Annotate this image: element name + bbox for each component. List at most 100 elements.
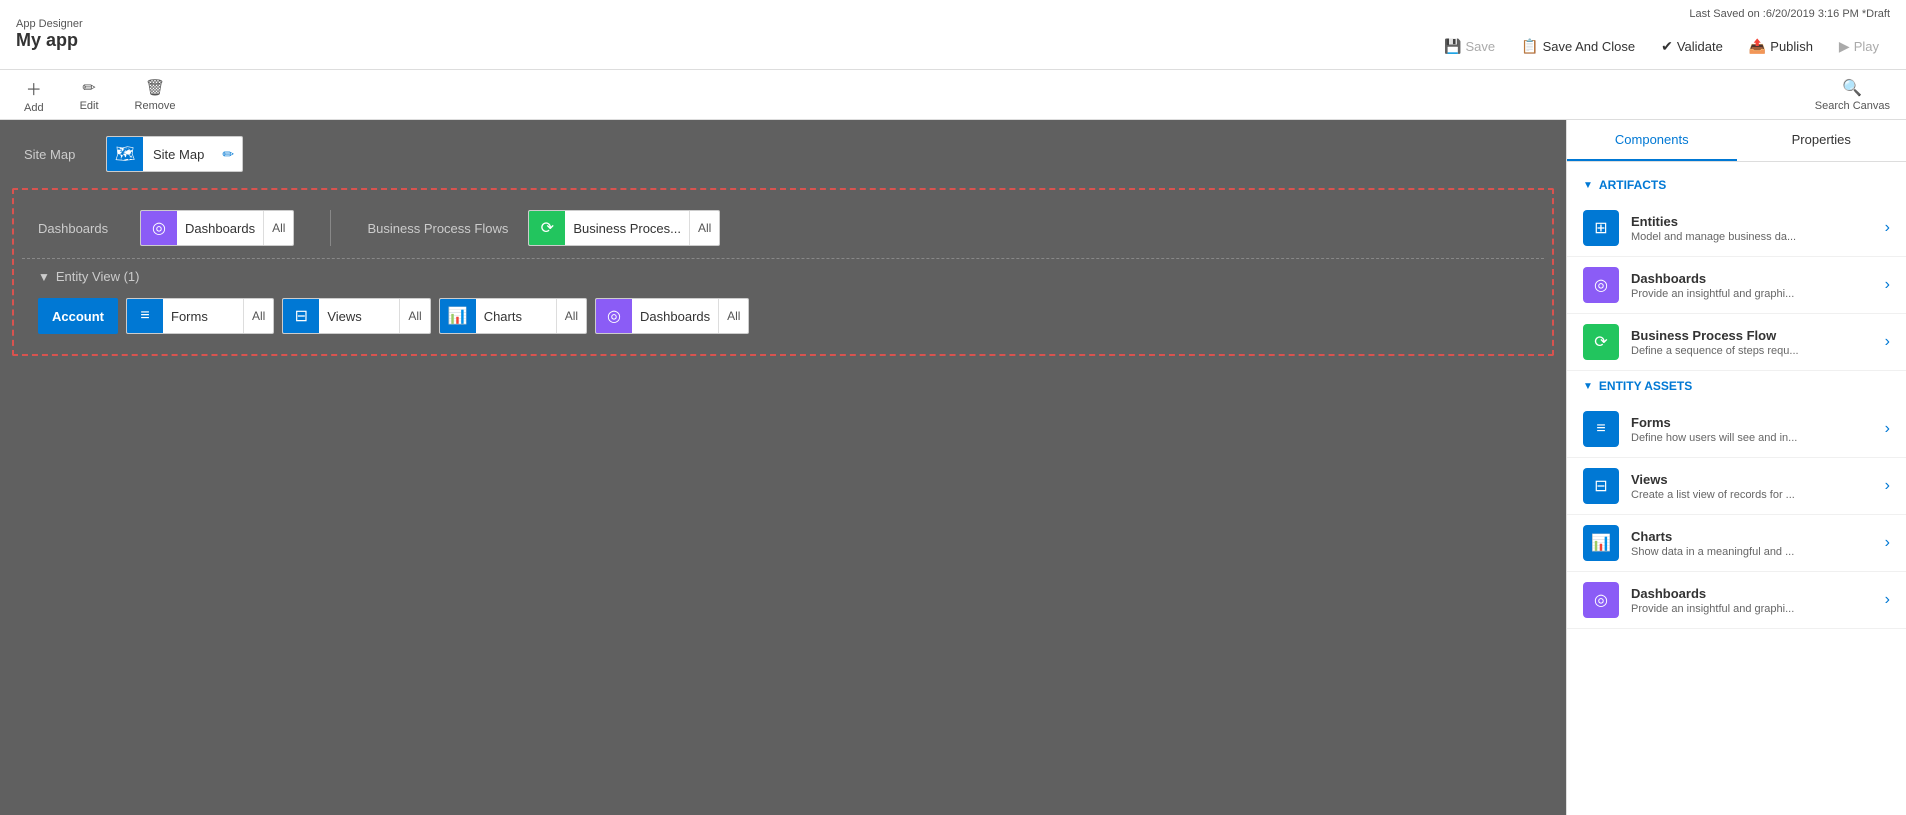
dashboards-all[interactable]: All: [263, 211, 293, 245]
forms-item-desc: Define how users will see and in...: [1631, 432, 1873, 444]
entity-dashboards-all[interactable]: All: [718, 299, 748, 333]
views-icon: ⊟: [283, 298, 319, 334]
entities-item[interactable]: ⊞ Entities Model and manage business da.…: [1567, 200, 1906, 257]
forms-item-text: Forms Define how users will see and in..…: [1631, 415, 1873, 444]
charts-arrow-icon: ›: [1885, 534, 1890, 552]
publish-button[interactable]: 📤 Publish: [1738, 32, 1824, 61]
entity-view-header: ▼ Entity View (1): [22, 259, 1544, 290]
panel-tabs: Components Properties: [1567, 120, 1906, 162]
right-panel: Components Properties ▼ ARTIFACTS ⊞ Enti…: [1566, 120, 1906, 815]
forms-icon: ≡: [127, 298, 163, 334]
app-name: My app: [16, 30, 83, 51]
app-info: App Designer My app: [16, 0, 83, 69]
entity-dashboards-item-icon: ◎: [1583, 582, 1619, 618]
bpf-component[interactable]: ⟳ Business Proces... All: [528, 210, 720, 246]
artifacts-section-header: ▼ ARTIFACTS: [1567, 170, 1906, 200]
views-text: Views: [319, 309, 399, 324]
dashboards-item-icon: ◎: [1583, 267, 1619, 303]
site-map-edit-icon[interactable]: ✏: [214, 146, 242, 163]
panel-content: ▼ ARTIFACTS ⊞ Entities Model and manage …: [1567, 162, 1906, 815]
entities-item-title: Entities: [1631, 214, 1873, 229]
bpf-item-icon: ⟳: [1583, 324, 1619, 360]
entity-assets-row: Account ≡ Forms All ⊟ Views All 📊 Charts…: [22, 290, 1544, 346]
app-designer-label: App Designer: [16, 18, 83, 30]
charts-text: Charts: [476, 309, 556, 324]
search-icon: 🔍: [1842, 78, 1862, 98]
save-icon: 💾: [1444, 38, 1461, 55]
dashboards-item-text: Dashboards Provide an insightful and gra…: [1631, 271, 1873, 300]
entity-dashboards-icon: ◎: [596, 298, 632, 334]
views-item-desc: Create a list view of records for ...: [1631, 489, 1873, 501]
forms-component[interactable]: ≡ Forms All: [126, 298, 274, 334]
forms-all[interactable]: All: [243, 299, 273, 333]
bpf-item-desc: Define a sequence of steps requ...: [1631, 345, 1873, 357]
dashboards-arrow-icon: ›: [1885, 276, 1890, 294]
dashboards-item[interactable]: ◎ Dashboards Provide an insightful and g…: [1567, 257, 1906, 314]
entities-item-icon: ⊞: [1583, 210, 1619, 246]
search-canvas-tool[interactable]: 🔍 Search Canvas: [1815, 78, 1890, 112]
top-bar: App Designer My app Last Saved on :6/20/…: [0, 0, 1906, 70]
add-icon: ＋: [26, 76, 42, 100]
top-bar-right: Last Saved on :6/20/2019 3:16 PM *Draft …: [1417, 0, 1906, 69]
main-layout: Site Map 🗺 Site Map ✏ Dashboards ◎ Dashb…: [0, 120, 1906, 815]
entity-assets-section-header: ▼ ENTITY ASSETS: [1567, 371, 1906, 401]
site-map-box[interactable]: 🗺 Site Map ✏: [106, 136, 243, 172]
views-item-icon: ⊟: [1583, 468, 1619, 504]
views-all[interactable]: All: [399, 299, 429, 333]
save-button[interactable]: 💾 Save: [1433, 32, 1506, 61]
row-divider: [330, 210, 331, 246]
dashboards-icon: ◎: [141, 210, 177, 246]
validate-button[interactable]: ✔ Validate: [1650, 32, 1734, 61]
charts-all[interactable]: All: [556, 299, 586, 333]
edit-tool[interactable]: ✏ Edit: [72, 74, 107, 116]
forms-item-icon: ≡: [1583, 411, 1619, 447]
tab-components[interactable]: Components: [1567, 120, 1737, 161]
dashboards-component[interactable]: ◎ Dashboards All: [140, 210, 294, 246]
entity-chevron-icon[interactable]: ▼: [38, 270, 50, 284]
canvas-area[interactable]: Site Map 🗺 Site Map ✏ Dashboards ◎ Dashb…: [0, 120, 1566, 815]
bpf-component-text: Business Proces...: [565, 221, 689, 236]
charts-item-desc: Show data in a meaningful and ...: [1631, 546, 1873, 558]
remove-tool[interactable]: 🗑 Remove: [127, 74, 184, 116]
validate-icon: ✔: [1661, 38, 1673, 55]
site-map-text: Site Map: [143, 147, 214, 162]
bpf-arrow-icon: ›: [1885, 333, 1890, 351]
forms-text: Forms: [163, 309, 243, 324]
tab-properties[interactable]: Properties: [1737, 120, 1906, 161]
entity-view-label: Entity View (1): [56, 269, 140, 284]
account-button[interactable]: Account: [38, 298, 118, 334]
bpf-label: Business Process Flows: [367, 221, 508, 236]
bpf-item[interactable]: ⟳ Business Process Flow Define a sequenc…: [1567, 314, 1906, 371]
add-tool[interactable]: ＋ Add: [16, 72, 52, 118]
save-close-icon: 📋: [1521, 38, 1538, 55]
dashboards-row: Dashboards ◎ Dashboards All Business Pro…: [22, 198, 1544, 259]
entity-dashboards-item-text: Dashboards Provide an insightful and gra…: [1631, 586, 1873, 615]
bpf-icon: ⟳: [529, 210, 565, 246]
artifacts-chevron-icon[interactable]: ▼: [1583, 180, 1593, 191]
entities-item-desc: Model and manage business da...: [1631, 231, 1873, 243]
site-map-label: Site Map: [24, 147, 94, 162]
entity-dashboards-arrow-icon: ›: [1885, 591, 1890, 609]
publish-icon: 📤: [1749, 38, 1766, 55]
site-map-row: Site Map 🗺 Site Map ✏: [0, 120, 1566, 188]
charts-item[interactable]: 📊 Charts Show data in a meaningful and .…: [1567, 515, 1906, 572]
entity-assets-chevron-icon[interactable]: ▼: [1583, 381, 1593, 392]
charts-item-icon: 📊: [1583, 525, 1619, 561]
entity-dashboards-component[interactable]: ◎ Dashboards All: [595, 298, 749, 334]
entity-dashboards-item[interactable]: ◎ Dashboards Provide an insightful and g…: [1567, 572, 1906, 629]
site-map-icon: 🗺: [107, 136, 143, 172]
save-close-button[interactable]: 📋 Save And Close: [1510, 32, 1646, 61]
dashboards-item-title: Dashboards: [1631, 271, 1873, 286]
charts-item-title: Charts: [1631, 529, 1873, 544]
charts-component[interactable]: 📊 Charts All: [439, 298, 587, 334]
play-icon: ▶: [1839, 38, 1850, 55]
remove-icon: 🗑: [145, 78, 165, 98]
selection-box: Dashboards ◎ Dashboards All Business Pro…: [12, 188, 1554, 356]
play-button[interactable]: ▶ Play: [1828, 32, 1890, 61]
last-saved: Last Saved on :6/20/2019 3:16 PM *Draft: [1689, 8, 1890, 20]
views-item[interactable]: ⊟ Views Create a list view of records fo…: [1567, 458, 1906, 515]
charts-item-text: Charts Show data in a meaningful and ...: [1631, 529, 1873, 558]
views-component[interactable]: ⊟ Views All: [282, 298, 430, 334]
bpf-all[interactable]: All: [689, 211, 719, 245]
forms-item[interactable]: ≡ Forms Define how users will see and in…: [1567, 401, 1906, 458]
